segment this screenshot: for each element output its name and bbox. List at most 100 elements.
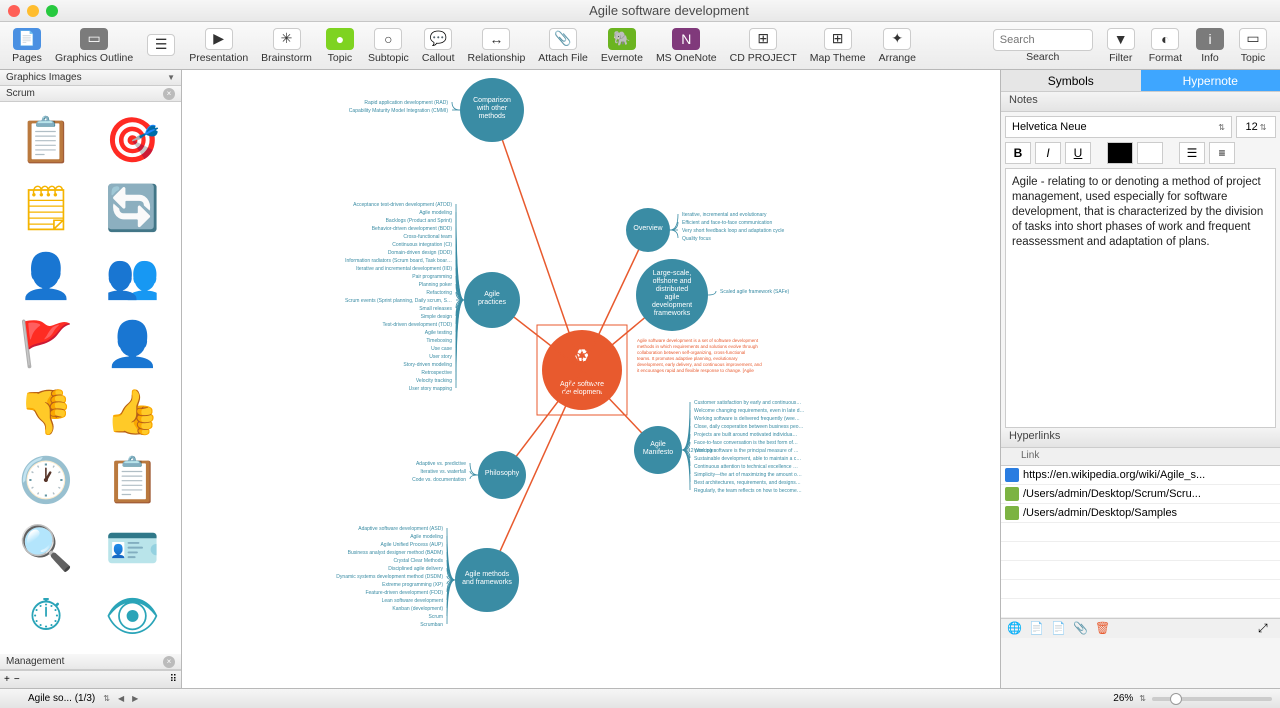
text-color-button[interactable] [1107,142,1133,164]
align-button[interactable]: ≡ [1209,142,1235,164]
money-person-icon[interactable]: 👤 [6,244,86,308]
svg-text:Test-driven development (TDD): Test-driven development (TDD) [383,322,453,328]
link-row[interactable]: /Users/admin/Desktop/Samples [1001,504,1280,523]
sidebar-header-graphics[interactable]: Graphics Images ▼ [0,70,181,86]
svg-text:Story-driven modeling: Story-driven modeling [403,362,452,368]
notes-header: Notes [1001,92,1280,112]
checklist-icon[interactable]: 📋 [6,108,86,172]
link-add-icon[interactable]: 📄 [1029,621,1045,637]
svg-text:Scrumban: Scrumban [420,622,443,628]
svg-text:Philosophy: Philosophy [485,470,520,477]
italic-button[interactable]: I [1035,142,1061,164]
toolbar-evernote[interactable]: 🐘Evernote [595,26,649,66]
svg-text:Agile modeling: Agile modeling [419,210,452,216]
list-button[interactable]: ☰ [1179,142,1205,164]
zoom-level[interactable]: 26% [1113,693,1133,704]
toolbar-pages[interactable]: 📄Pages [6,26,48,66]
svg-text:Agile methodsand frameworks: Agile methodsand frameworks [462,571,512,586]
window-close[interactable] [8,5,20,17]
next-page[interactable]: ▶ [132,694,138,703]
window-minimize[interactable] [27,5,39,17]
toolbar-presentation[interactable]: ▶Presentation [183,26,254,66]
svg-text:Backlogs (Product and Sprint): Backlogs (Product and Sprint) [386,218,453,224]
right-panel: Symbols Hypernote Notes Helvetica Neue⇅ … [1000,70,1280,688]
toolbar-brainstorm[interactable]: ✳Brainstorm [255,26,318,66]
svg-text:♻: ♻ [574,346,590,366]
toolbar-filter[interactable]: ▼Filter [1100,26,1142,66]
gauge-icon[interactable]: ⏱ [6,584,86,648]
mindmap-canvas[interactable]: ♻Agile softwaredevelopmentAgile software… [182,70,1000,688]
toolbar-item[interactable]: ☰ [140,32,182,60]
bold-button[interactable]: B [1005,142,1031,164]
toolbar-search[interactable]: Search [987,27,1099,65]
bg-color-button[interactable] [1137,142,1163,164]
clock-icon[interactable]: 🕐 [6,448,86,512]
flag-person-icon[interactable]: 🚩 [6,312,86,376]
zoom-slider[interactable] [1152,697,1272,701]
underline-button[interactable]: U [1065,142,1091,164]
clipboard-icon[interactable]: 📋 [93,448,173,512]
thumbs-up-icon[interactable]: 👍 [93,380,173,444]
toolbar-callout[interactable]: 💬Callout [416,26,461,66]
toolbar-info[interactable]: iInfo [1189,26,1231,66]
svg-text:Kanban (development): Kanban (development) [392,606,443,612]
page-selector[interactable]: Agile so... (1/3) [28,693,95,704]
svg-text:Capability Maturity Model Inte: Capability Maturity Model Integration (C… [349,108,449,114]
target-icon[interactable]: 🎯 [93,108,173,172]
expand-icon[interactable]: ⤢ [1258,621,1274,637]
resize-handle[interactable]: ⠿ [170,674,177,685]
toolbar-relationship[interactable]: ↔Relationship [462,26,532,66]
toolbar-ms-onenote[interactable]: NMS OneNote [650,26,723,66]
sidebar-header-scrum[interactable]: Scrum × [0,86,181,102]
remove-button[interactable]: − [14,674,20,685]
link-doc-icon[interactable]: 📄 [1051,621,1067,637]
toolbar-graphics-outline[interactable]: ▭Graphics Outline [49,26,139,66]
toolbar-topic[interactable]: ●Topic [319,26,361,66]
prev-page[interactable]: ◀ [118,694,124,703]
id-card-icon[interactable]: 🪪 [93,516,173,580]
tab-hypernote[interactable]: Hypernote [1141,70,1280,92]
window-title: Agile software development [66,3,1272,18]
team-gear-icon[interactable]: 👥 [93,244,173,308]
svg-text:Domain-driven design (DDD): Domain-driven design (DDD) [388,250,453,256]
link-del-icon[interactable]: 🗑 [1095,621,1111,637]
search-input[interactable] [993,29,1093,51]
sidebar-header-management[interactable]: Management × [0,654,181,670]
svg-text:Planning poker: Planning poker [419,282,453,288]
svg-text:User story: User story [429,354,452,360]
thumbs-down-icon[interactable]: 👎 [6,380,86,444]
svg-text:User story mapping: User story mapping [409,386,453,392]
sticky-note-icon[interactable]: 🗒 [6,176,86,240]
add-button[interactable]: + [4,674,10,685]
svg-text:Working software is delivered: Working software is delivered frequently… [694,416,800,422]
toolbar-map-theme[interactable]: ⊞Map Theme [804,26,872,66]
eye-icon[interactable]: 👁 [93,584,173,648]
toolbar-arrange[interactable]: ✦Arrange [873,26,922,66]
link-row[interactable]: /Users/admin/Desktop/Scrum/Scru... [1001,485,1280,504]
font-size-select[interactable]: 12⇅ [1236,116,1276,138]
svg-text:Projects are built around moti: Projects are built around motivated indi… [694,432,797,438]
window-zoom[interactable] [46,5,58,17]
link-web-icon[interactable]: 🌐 [1007,621,1023,637]
svg-text:Extreme programming (XP): Extreme programming (XP) [382,582,443,588]
link-topic-icon[interactable]: 📎 [1073,621,1089,637]
close-icon[interactable]: × [163,88,175,100]
toolbar-format[interactable]: ◐Format [1143,26,1188,66]
svg-text:Agile software development is: Agile software development is a set of s… [637,338,762,373]
font-select[interactable]: Helvetica Neue⇅ [1005,116,1232,138]
cycle-icon[interactable]: 🔄 [93,176,173,240]
svg-text:Quality focus: Quality focus [682,236,711,242]
tab-symbols[interactable]: Symbols [1001,70,1141,92]
link-row[interactable]: https://en.wikipedia.org/wiki/Agile_s... [1001,466,1280,485]
svg-text:Face-to-face conversation is t: Face-to-face conversation is the best fo… [694,440,798,446]
svg-text:Continuous integration (CI): Continuous integration (CI) [392,242,452,248]
person-icon[interactable]: 👤 [93,312,173,376]
close-icon[interactable]: × [163,656,175,668]
toolbar-attach-file[interactable]: 📎Attach File [532,26,594,66]
toolbar-topic[interactable]: ▭Topic [1232,26,1274,66]
toolbar-cd-project[interactable]: ⊞CD PROJECT [724,26,803,66]
toolbar-subtopic[interactable]: ○Subtopic [362,26,415,66]
search-icon[interactable]: 🔍 [6,516,86,580]
note-textarea[interactable]: Agile - relating to or denoting a method… [1005,168,1276,428]
svg-text:12 principles: 12 principles [688,448,717,454]
